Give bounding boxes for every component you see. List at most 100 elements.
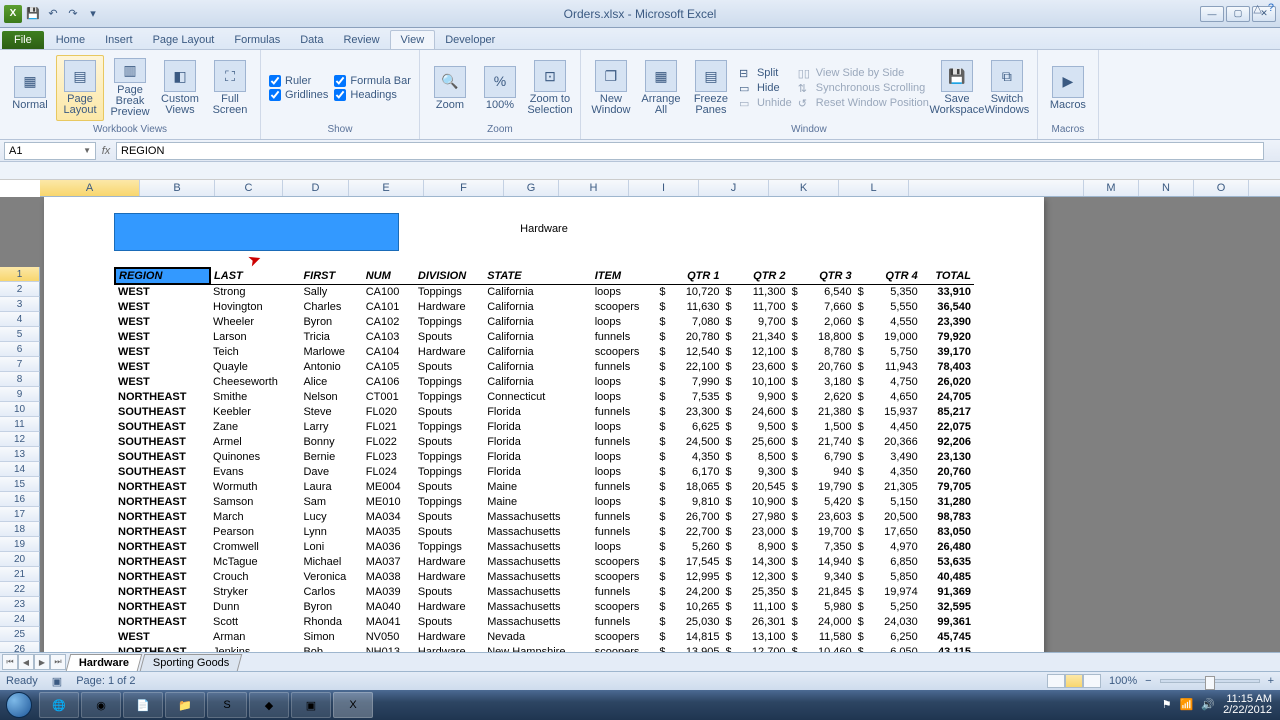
table-row[interactable]: WESTQuayleAntonioCA105SpoutsCaliforniafu… bbox=[115, 359, 974, 374]
formula-bar[interactable]: REGION bbox=[116, 142, 1264, 160]
view-shortcuts[interactable] bbox=[1047, 674, 1101, 688]
zoom-slider[interactable] bbox=[1160, 679, 1260, 683]
column-header[interactable]: M bbox=[1084, 180, 1139, 196]
freeze-panes-button[interactable]: ▤Freeze Panes bbox=[687, 55, 735, 121]
table-row[interactable]: NORTHEASTMcTagueMichaelMA037HardwareMass… bbox=[115, 554, 974, 569]
row-header[interactable]: 16 bbox=[0, 492, 40, 507]
fx-icon[interactable]: fx bbox=[96, 145, 116, 157]
column-header[interactable]: B bbox=[140, 180, 215, 196]
row-header[interactable]: 19 bbox=[0, 537, 40, 552]
row-header[interactable]: 3 bbox=[0, 297, 40, 312]
column-header[interactable]: I bbox=[629, 180, 699, 196]
column-header[interactable]: F bbox=[424, 180, 504, 196]
zoom-100-button[interactable]: %100% bbox=[476, 55, 524, 121]
table-row[interactable]: NORTHEASTPearsonLynnMA035SpoutsMassachus… bbox=[115, 524, 974, 539]
taskbar-ie-icon[interactable]: 🌐 bbox=[39, 692, 79, 718]
macros-button[interactable]: ▶Macros bbox=[1044, 55, 1092, 121]
zoom-selection-button[interactable]: ⊡Zoom to Selection bbox=[526, 55, 574, 121]
column-header[interactable]: J bbox=[699, 180, 769, 196]
gridlines-checkbox[interactable]: Gridlines bbox=[269, 89, 328, 101]
help-icon[interactable]: ? bbox=[1268, 2, 1274, 15]
column-header[interactable]: A bbox=[40, 180, 140, 196]
row-header[interactable]: 12 bbox=[0, 432, 40, 447]
taskbar-camtasia-icon[interactable]: ▣ bbox=[291, 692, 331, 718]
table-row[interactable]: NORTHEASTScottRhondaMA041SpoutsMassachus… bbox=[115, 614, 974, 629]
save-workspace-button[interactable]: 💾Save Workspace bbox=[933, 55, 981, 121]
column-header[interactable]: E bbox=[349, 180, 424, 196]
row-header[interactable]: 11 bbox=[0, 417, 40, 432]
page-break-shortcut[interactable] bbox=[1083, 674, 1101, 688]
tray-clock[interactable]: 11:15 AM2/22/2012 bbox=[1223, 694, 1272, 716]
hide-button[interactable]: ▭Hide bbox=[739, 82, 792, 95]
next-sheet-button[interactable]: ▶ bbox=[34, 654, 50, 670]
namebox-dropdown-icon[interactable]: ▼ bbox=[83, 146, 91, 155]
taskbar-skype-icon[interactable]: S bbox=[207, 692, 247, 718]
table-row[interactable]: WESTLarsonTriciaCA103SpoutsCaliforniafun… bbox=[115, 329, 974, 344]
tab-data[interactable]: Data bbox=[290, 31, 333, 49]
table-row[interactable]: WESTHovingtonCharlesCA101HardwareCalifor… bbox=[115, 299, 974, 314]
column-header[interactable]: H bbox=[559, 180, 629, 196]
row-header[interactable]: 6 bbox=[0, 342, 40, 357]
normal-view-shortcut[interactable] bbox=[1047, 674, 1065, 688]
taskbar-explorer-icon[interactable]: 📁 bbox=[165, 692, 205, 718]
table-row[interactable]: SOUTHEASTKeeblerSteveFL020SpoutsFloridaf… bbox=[115, 404, 974, 419]
tab-formulas[interactable]: Formulas bbox=[224, 31, 290, 49]
row-header[interactable]: 1 bbox=[0, 267, 40, 282]
tab-page-layout[interactable]: Page Layout bbox=[143, 31, 225, 49]
save-icon[interactable]: 💾 bbox=[24, 5, 42, 23]
formula-bar-checkbox[interactable]: Formula Bar bbox=[334, 75, 411, 87]
page-layout-shortcut[interactable] bbox=[1065, 674, 1083, 688]
row-header[interactable]: 21 bbox=[0, 567, 40, 582]
row-header[interactable]: 7 bbox=[0, 357, 40, 372]
tab-view[interactable]: View bbox=[390, 30, 436, 49]
row-header[interactable]: 25 bbox=[0, 627, 40, 642]
column-header[interactable]: L bbox=[839, 180, 909, 196]
minimize-button[interactable]: — bbox=[1200, 6, 1224, 22]
headings-checkbox[interactable]: Headings bbox=[334, 89, 411, 101]
switch-windows-button[interactable]: ⧉Switch Windows bbox=[983, 55, 1031, 121]
name-box[interactable]: A1▼ bbox=[4, 142, 96, 160]
table-row[interactable]: NORTHEASTDunnByronMA040HardwareMassachus… bbox=[115, 599, 974, 614]
column-headers[interactable]: ABCDEFGHIJKLMNO bbox=[40, 180, 1280, 197]
full-screen-button[interactable]: ⛶Full Screen bbox=[206, 55, 254, 121]
table-row[interactable]: WESTWheelerByronCA102ToppingsCalifornial… bbox=[115, 314, 974, 329]
row-header[interactable]: 5 bbox=[0, 327, 40, 342]
table-row[interactable]: SOUTHEASTEvansDaveFL024ToppingsFloridalo… bbox=[115, 464, 974, 479]
taskbar-excel-icon[interactable]: X bbox=[333, 692, 373, 718]
sheet-tab-sporting-goods[interactable]: Sporting Goods bbox=[140, 654, 243, 671]
table-row[interactable]: WESTCheeseworthAliceCA106ToppingsCalifor… bbox=[115, 374, 974, 389]
table-row[interactable]: SOUTHEASTQuinonesBernieFL023ToppingsFlor… bbox=[115, 449, 974, 464]
prev-sheet-button[interactable]: ◀ bbox=[18, 654, 34, 670]
tab-insert[interactable]: Insert bbox=[95, 31, 143, 49]
last-sheet-button[interactable]: ⏭ bbox=[50, 654, 66, 670]
row-header[interactable]: 22 bbox=[0, 582, 40, 597]
row-headers[interactable]: 1234567891011121314151617181920212223242… bbox=[0, 267, 40, 657]
column-header[interactable] bbox=[909, 180, 1084, 196]
column-header[interactable]: N bbox=[1139, 180, 1194, 196]
tab-home[interactable]: Home bbox=[46, 31, 95, 49]
row-header[interactable]: 4 bbox=[0, 312, 40, 327]
row-header[interactable]: 18 bbox=[0, 522, 40, 537]
tray-flag-icon[interactable]: ⚑ bbox=[1162, 700, 1172, 711]
custom-views-button[interactable]: ◧Custom Views bbox=[156, 55, 204, 121]
table-row[interactable]: NORTHEASTCromwellLoniMA036ToppingsMassac… bbox=[115, 539, 974, 554]
page-break-button[interactable]: ▥Page Break Preview bbox=[106, 55, 154, 121]
table-row[interactable]: WESTTeichMarloweCA104HardwareCalifornias… bbox=[115, 344, 974, 359]
zoom-in-button[interactable]: + bbox=[1268, 675, 1274, 687]
normal-view-button[interactable]: ▦Normal bbox=[6, 55, 54, 121]
column-header[interactable]: C bbox=[215, 180, 283, 196]
taskbar-chrome-icon[interactable]: ◉ bbox=[81, 692, 121, 718]
page-layout-button[interactable]: ▤Page Layout bbox=[56, 55, 104, 121]
column-header[interactable]: D bbox=[283, 180, 349, 196]
row-header[interactable]: 13 bbox=[0, 447, 40, 462]
table-row[interactable]: SOUTHEASTArmelBonnyFL022SpoutsFloridafun… bbox=[115, 434, 974, 449]
table-row[interactable]: NORTHEASTSmitheNelsonCT001ToppingsConnec… bbox=[115, 389, 974, 404]
arrange-all-button[interactable]: ▦Arrange All bbox=[637, 55, 685, 121]
row-header[interactable]: 24 bbox=[0, 612, 40, 627]
macro-record-icon[interactable]: ▣ bbox=[52, 675, 62, 688]
table-row[interactable]: NORTHEASTCrouchVeronicaMA038HardwareMass… bbox=[115, 569, 974, 584]
split-button[interactable]: ⊟Split bbox=[739, 67, 792, 80]
zoom-out-button[interactable]: − bbox=[1145, 675, 1151, 687]
row-header[interactable]: 9 bbox=[0, 387, 40, 402]
undo-icon[interactable]: ↶ bbox=[44, 5, 62, 23]
